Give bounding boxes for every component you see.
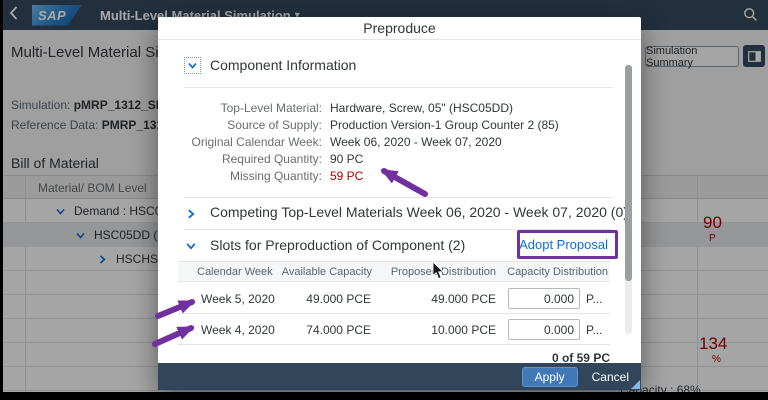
chevron-right-icon — [188, 209, 195, 219]
dialog-scrollbar[interactable] — [625, 65, 632, 334]
cell-unit: P... — [586, 292, 603, 306]
competing-section-header: Competing Top-Level Materials Week 06, 2… — [210, 204, 628, 220]
cell-calendar-week: Week 4, 2020 — [201, 323, 275, 337]
col-header-capacity-distribution: Capacity Distribution — [507, 266, 608, 278]
capacity-distribution-input[interactable] — [508, 288, 580, 309]
cell-calendar-week: Week 5, 2020 — [201, 292, 275, 306]
info-label: Top-Level Material: — [220, 101, 322, 115]
chevron-down-icon — [188, 62, 197, 69]
cell-available-capacity: 49.000 PCE — [306, 292, 371, 306]
info-label: Missing Quantity: — [229, 169, 322, 183]
chevron-down-icon — [186, 243, 196, 250]
scrollbar-thumb[interactable] — [625, 65, 632, 281]
screen: SAP Multi-Level Material Simulation ▾ Mu… — [0, 0, 768, 400]
competing-expand-toggle[interactable] — [185, 208, 197, 220]
col-header-available-capacity: Available Capacity — [281, 266, 372, 278]
info-row-missing-quantity: Missing Quantity: 59 PC — [158, 169, 641, 186]
missing-quantity-value: 59 PC — [330, 169, 364, 183]
info-label: Required Quantity: — [221, 152, 322, 166]
info-row: Required Quantity: 90 PC — [158, 152, 641, 169]
screen-bottom-border — [0, 392, 768, 400]
info-value: Production Version-1 Group Counter 2 (85… — [330, 118, 559, 132]
slots-collapse-toggle[interactable] — [185, 240, 197, 252]
info-value: Week 06, 2020 - Week 07, 2020 — [330, 135, 502, 149]
preproduce-dialog: Preproduce Component Information Top-Lev… — [158, 17, 641, 390]
col-header-proposed-distribution: Proposed Distribution — [390, 266, 496, 278]
cancel-button[interactable]: Cancel — [592, 370, 629, 384]
info-label: Original Calendar Week: — [191, 135, 322, 149]
slots-section-header: Slots for Preproduction of Component (2) — [210, 237, 466, 253]
resize-handle[interactable] — [631, 380, 640, 389]
capacity-distribution-input[interactable] — [508, 319, 580, 340]
cell-available-capacity: 74.000 PCE — [306, 323, 371, 337]
adopt-proposal-link[interactable]: Adopt Proposal — [519, 237, 608, 252]
info-row: Source of Supply: Production Version-1 G… — [158, 118, 641, 135]
slots-table-header-row: Calendar Week Available Capacity Propose… — [178, 261, 610, 282]
cell-proposed-distribution: 49.000 PCE — [431, 292, 496, 306]
info-value: Hardware, Screw, 05" (HSC05DD) — [330, 101, 513, 115]
dialog-footer: Apply Cancel — [158, 363, 641, 390]
dialog-body: Component Information Top-Level Material… — [158, 40, 641, 365]
component-info-header: Component Information — [210, 57, 357, 73]
apply-button[interactable]: Apply — [521, 366, 578, 387]
slots-table-row-week4[interactable]: Week 4, 2020 74.000 PCE 10.000 PCE P... — [178, 314, 610, 345]
info-label: Source of Supply: — [227, 118, 322, 132]
info-row: Top-Level Material: Hardware, Screw, 05"… — [158, 101, 641, 118]
col-header-calendar-week: Calendar Week — [197, 266, 273, 278]
component-info-collapse-toggle[interactable] — [184, 57, 201, 74]
info-value: 90 PC — [330, 152, 364, 166]
dialog-title: Preproduce — [158, 17, 641, 40]
info-row: Original Calendar Week: Week 06, 2020 - … — [158, 135, 641, 152]
cell-unit: P... — [586, 323, 603, 337]
cell-proposed-distribution: 10.000 PCE — [431, 323, 496, 337]
slots-table-row-week5[interactable]: Week 5, 2020 49.000 PCE 49.000 PCE P... — [178, 283, 610, 314]
screen-left-border — [0, 0, 3, 400]
